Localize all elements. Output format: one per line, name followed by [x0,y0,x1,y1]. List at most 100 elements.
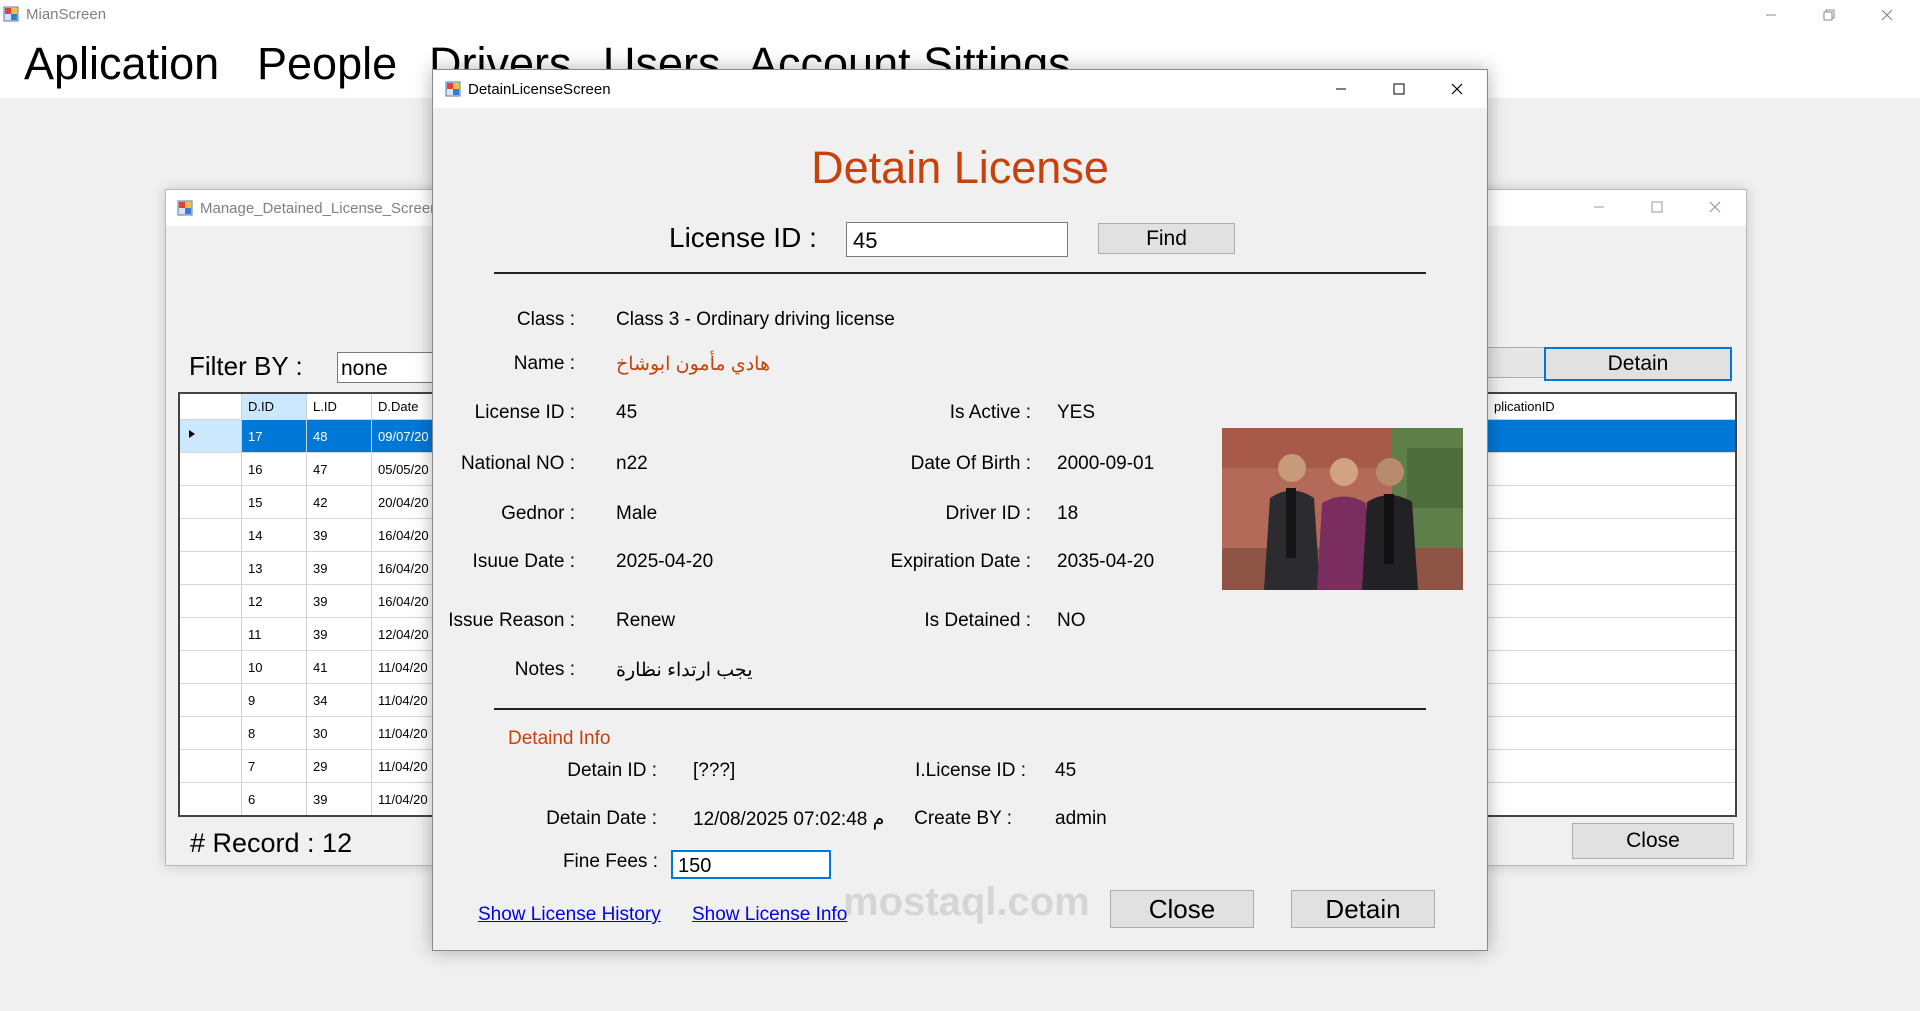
person-photo [1222,428,1463,590]
create-by-value: admin [1055,808,1107,829]
manage-window-icon [177,200,193,216]
is-active-label: Is Active : [949,402,1031,423]
license-id-value: 45 [616,402,638,423]
cell-lid: 42 [307,486,372,518]
cell-applicationid [1487,519,1735,551]
show-license-history-link[interactable]: Show License History [478,904,661,926]
cell-applicationid [1487,717,1735,749]
restore-button[interactable] [1800,0,1858,30]
cell-lid: 39 [307,519,372,551]
row-header[interactable] [180,420,242,452]
gender-label: Gednor : [501,503,575,524]
col-header-lid[interactable]: L.ID [307,394,372,420]
row-header[interactable] [180,519,242,551]
manage-window-title: Manage_Detained_License_Screen [200,200,439,217]
cell-applicationid [1487,552,1735,584]
cell-did: 9 [242,684,307,716]
cell-lid: 30 [307,717,372,749]
dialog-close-window-button[interactable] [1428,70,1486,108]
is-detained-label: Is Detained : [924,610,1031,631]
create-by-label: Create BY : [914,808,1012,829]
gender-value: Male [616,503,658,524]
cell-did: 10 [242,651,307,683]
manage-detain-button[interactable]: Detain [1544,347,1732,381]
national-no-value: n22 [616,453,648,474]
dialog-detain-button[interactable]: Detain [1291,890,1435,928]
dialog-maximize-button[interactable] [1370,70,1428,108]
cell-lid: 39 [307,783,372,815]
cell-did: 11 [242,618,307,650]
row-header[interactable] [180,651,242,683]
notes-value: يجب ارتداء نظارة [616,660,753,681]
cell-lid: 48 [307,420,372,452]
cell-applicationid [1487,420,1735,452]
cell-lid: 34 [307,684,372,716]
cell-applicationid [1487,684,1735,716]
expiration-date-label: Expiration Date : [890,551,1031,572]
record-count: # Record : 12 [190,828,353,858]
name-label: Name : [513,353,575,374]
row-header[interactable] [180,717,242,749]
cell-lid: 39 [307,618,372,650]
divider-bottom [494,708,1426,710]
license-id-label: License ID : [474,402,575,423]
cell-did: 16 [242,453,307,485]
row-header[interactable] [180,453,242,485]
col-header-applicationid[interactable]: plicationID [1487,394,1735,420]
manage-close-button[interactable]: Close [1572,823,1734,859]
menu-people[interactable]: People [257,38,397,90]
find-button[interactable]: Find [1098,223,1235,254]
ilicense-id-label: I.License ID : [915,760,1026,781]
col-header-did[interactable]: D.ID [242,394,307,420]
row-header[interactable] [180,750,242,782]
row-header[interactable] [180,618,242,650]
grid-corner [180,394,242,420]
cell-did: 17 [242,420,307,452]
cell-applicationid [1487,453,1735,485]
row-header[interactable] [180,486,242,518]
manage-close-window-button[interactable] [1686,192,1744,222]
dialog-minimize-button[interactable] [1312,70,1370,108]
detain-info-section-title: Detaind Info [508,728,611,749]
cell-did: 13 [242,552,307,584]
fine-fees-input[interactable]: 150 [671,850,831,879]
dialog-heading: Detain License [811,142,1109,193]
expiration-date-value: 2035-04-20 [1057,551,1155,572]
row-header[interactable] [180,684,242,716]
class-label: Class : [516,309,575,330]
row-header[interactable] [180,552,242,584]
cell-applicationid [1487,585,1735,617]
class-value: Class 3 - Ordinary driving license [616,309,895,330]
row-header[interactable] [180,585,242,617]
main-titlebar: MianScreen [0,0,1920,30]
cell-did: 12 [242,585,307,617]
show-license-info-link[interactable]: Show License Info [692,904,847,926]
manage-minimize-button[interactable] [1570,192,1628,222]
license-id-search-input[interactable]: 45 [846,222,1068,257]
national-no-label: National NO : [460,453,575,474]
dob-label: Date Of Birth : [910,453,1031,474]
dialog-app-icon [445,81,461,97]
menu-aplication[interactable]: Aplication [24,38,219,90]
cell-did: 8 [242,717,307,749]
main-window-title: MianScreen [26,6,107,23]
driver-id-label: Driver ID : [945,503,1032,524]
issue-reason-value: Renew [616,610,676,631]
name-value: هادي مأمون ابوشاخ [616,354,770,375]
manage-maximize-button[interactable] [1628,192,1686,222]
dob-value: 2000-09-01 [1057,453,1155,474]
cell-applicationid [1487,750,1735,782]
close-window-button[interactable] [1858,0,1916,30]
detain-license-dialog: DetainLicenseScreen Detain License Licen… [432,69,1488,951]
dialog-close-button[interactable]: Close [1110,890,1254,928]
issue-reason-label: Issue Reason : [448,610,575,631]
issue-date-label: Isuue Date : [472,551,575,572]
filter-select[interactable]: none [337,352,447,383]
cell-applicationid [1487,486,1735,518]
watermark-logo: mostaql.com [843,880,1090,924]
fine-fees-label: Fine Fees : [562,851,658,872]
row-header[interactable] [180,783,242,815]
detain-id-label: Detain ID : [567,760,657,781]
cell-did: 6 [242,783,307,815]
minimize-button[interactable] [1742,0,1800,30]
